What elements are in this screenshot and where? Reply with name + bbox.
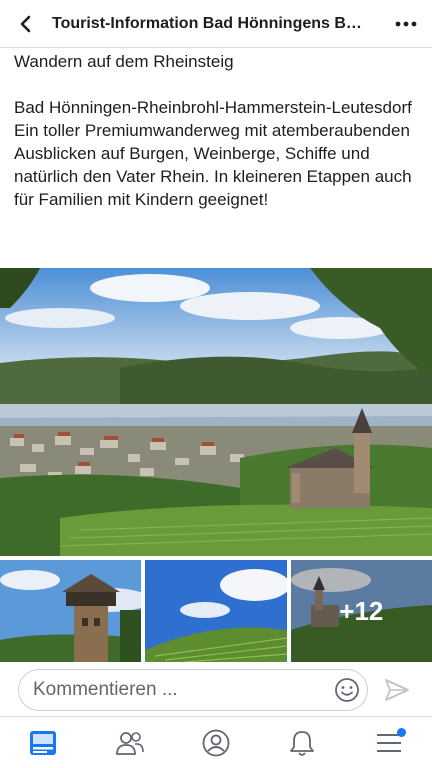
emoji-button[interactable]: [327, 670, 367, 710]
notifications-icon: [290, 730, 315, 756]
back-button[interactable]: [0, 0, 52, 48]
comment-box: [18, 669, 368, 711]
top-bar: Tourist-Information Bad Hönningens Bei..…: [0, 0, 432, 48]
more-dots-icon: [395, 21, 417, 26]
tab-menu[interactable]: [346, 717, 432, 768]
comment-input[interactable]: [33, 679, 327, 701]
back-arrow-icon: [20, 15, 31, 32]
main-photo[interactable]: [0, 268, 432, 556]
friends-icon: [115, 731, 144, 755]
post-heading: Wandern auf dem Rheinsteig: [14, 52, 234, 71]
bottom-tab-bar: [0, 716, 432, 768]
thumbnail-castle[interactable]: +12: [290, 560, 432, 662]
page-title: Tourist-Information Bad Hönningens Bei..…: [52, 14, 373, 32]
tower-photo: [0, 560, 142, 662]
thumbnail-tower[interactable]: [0, 560, 142, 662]
thumbnail-vineyard[interactable]: [145, 560, 287, 662]
news-feed-icon: [30, 730, 57, 755]
photo-thumbnails: +12: [0, 560, 432, 662]
emoji-icon: [335, 678, 359, 702]
post-description: Ein toller Premiumwanderweg mit atembera…: [14, 121, 412, 209]
profile-icon: [202, 729, 230, 756]
post-text: Wandern auf dem Rheinsteig Bad Hönningen…: [14, 50, 420, 211]
menu-notification-dot: [396, 728, 406, 737]
more-options-button[interactable]: [380, 0, 432, 48]
post-route: Bad Hönningen-Rheinbrohl-Hammerstein-Leu…: [14, 98, 412, 117]
tab-friends[interactable]: [86, 717, 172, 768]
vineyard-photo: [145, 560, 287, 662]
send-icon: [385, 679, 409, 701]
more-photos-count[interactable]: +12: [290, 560, 432, 662]
comment-bar: [0, 664, 432, 716]
tab-notifications[interactable]: [259, 717, 345, 768]
rhine-valley-photo: [0, 268, 432, 556]
tab-profile[interactable]: [173, 717, 259, 768]
tab-news-feed[interactable]: [0, 717, 86, 768]
send-button[interactable]: [368, 664, 426, 716]
